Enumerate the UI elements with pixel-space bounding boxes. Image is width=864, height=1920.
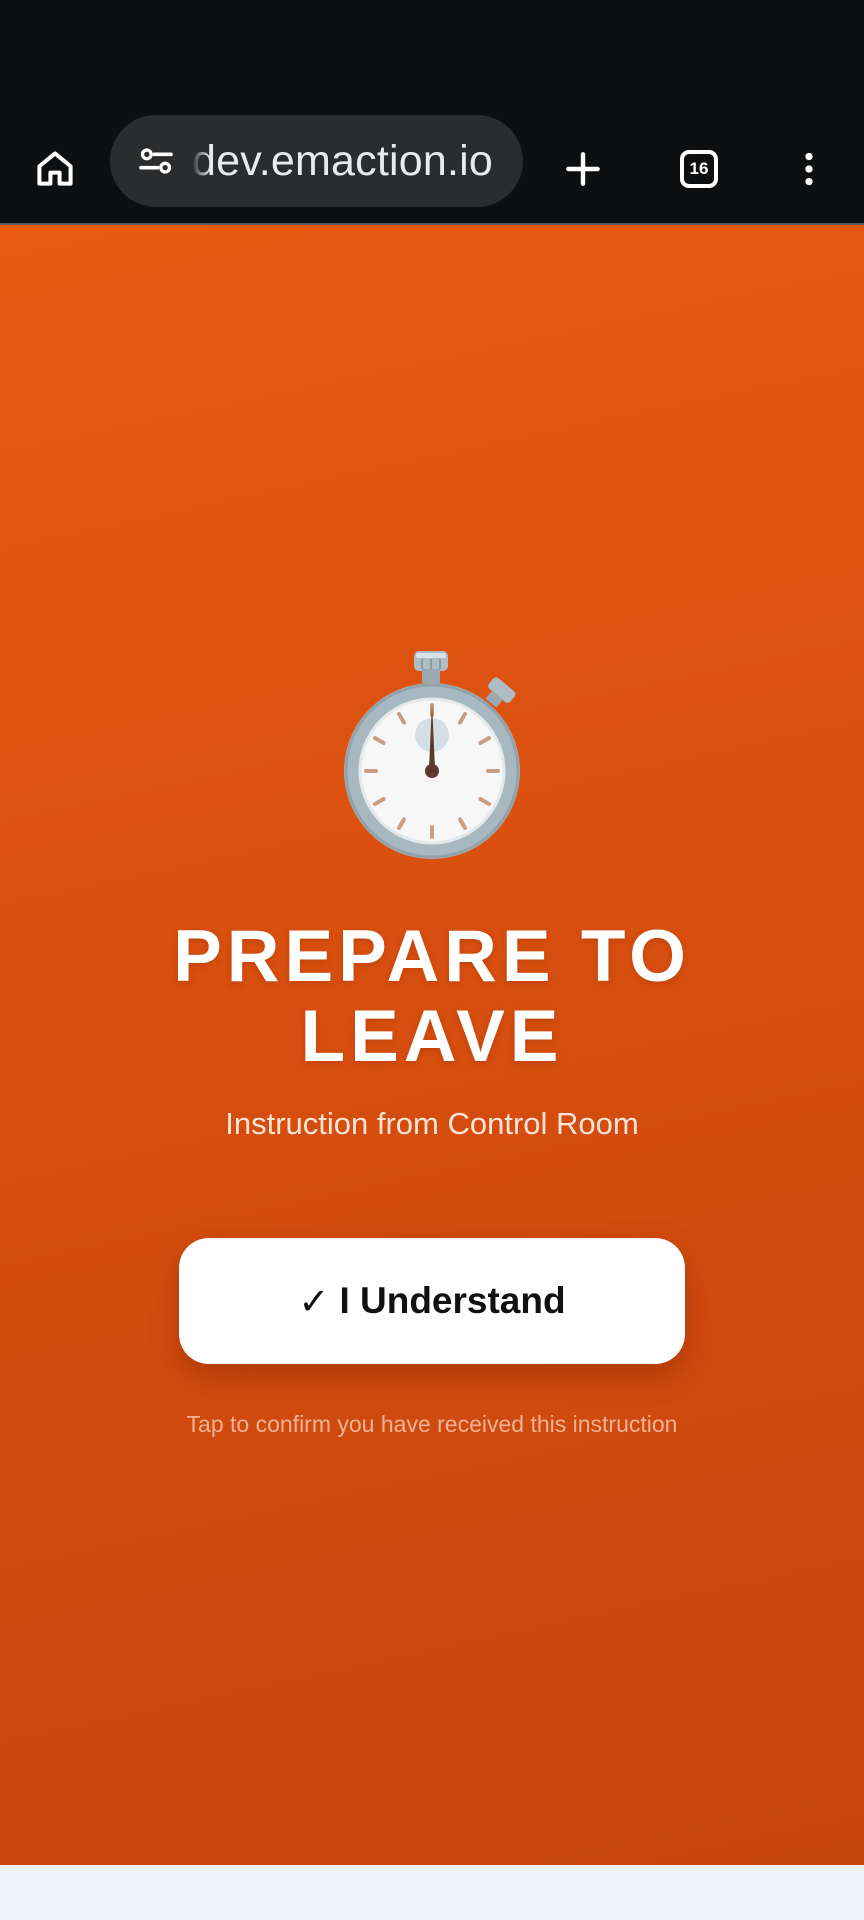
stopwatch-icon: [344, 651, 520, 859]
bottom-bar: [0, 1865, 864, 1920]
i-understand-button[interactable]: ✓ I Understand: [179, 1238, 685, 1364]
tab-count: 16: [689, 159, 709, 178]
more-vert-icon: [805, 152, 813, 186]
tab-switcher-button[interactable]: 16: [664, 136, 734, 202]
site-settings-button[interactable]: [128, 133, 184, 189]
home-icon: [37, 151, 73, 186]
alert-headline-line2: LEAVE: [300, 996, 564, 1077]
url-text: dev.emaction.io: [192, 136, 493, 185]
address-bar[interactable]: dev.emaction.io: [110, 115, 523, 207]
new-tab-button[interactable]: [548, 136, 618, 202]
alert-headline-line1: PREPARE TO: [173, 916, 691, 997]
alert-subtitle: Instruction from Control Room: [225, 1106, 639, 1141]
alert-headline: PREPARE TO LEAVE: [0, 917, 864, 1077]
check-icon: ✓: [298, 1279, 330, 1323]
confirm-hint: Tap to confirm you have received this in…: [186, 1411, 678, 1437]
i-understand-label: I Understand: [339, 1280, 566, 1321]
browser-menu-button[interactable]: [776, 136, 842, 202]
tab-switcher-icon: 16: [680, 150, 718, 188]
plus-icon: [566, 152, 600, 186]
url-fade: [184, 135, 210, 187]
status-bar: [0, 0, 864, 112]
home-button[interactable]: [22, 136, 88, 202]
tune-icon: [139, 148, 173, 174]
alert-screen: PREPARE TO LEAVE Instruction from Contro…: [0, 225, 864, 1865]
browser-toolbar: dev.emaction.io 16: [0, 112, 864, 225]
